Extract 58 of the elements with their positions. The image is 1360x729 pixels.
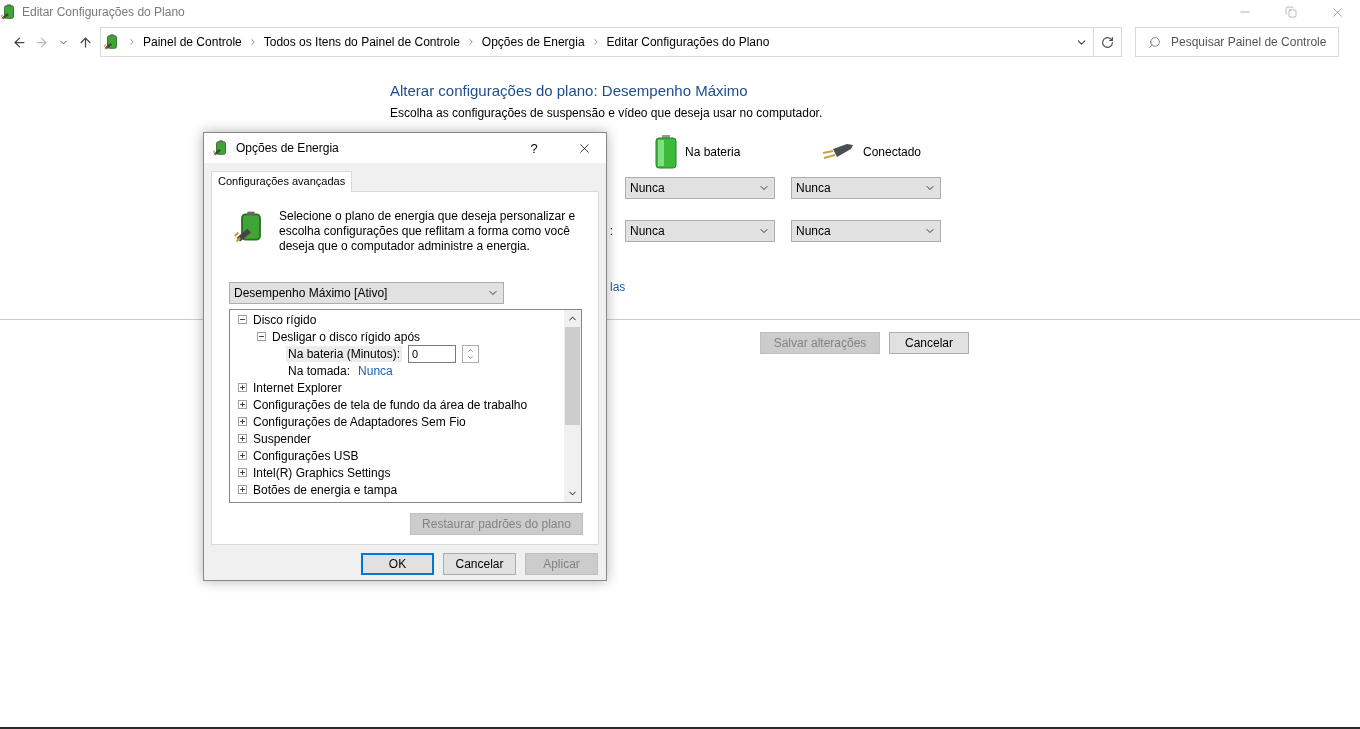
window-title: Editar Configurações do Plano	[22, 5, 185, 19]
expand-icon[interactable]	[238, 383, 247, 392]
address-bar[interactable]: Painel de Controle Todos os Itens do Painel de Controle Opções de Energia Editar Configurações do Plano	[100, 27, 1094, 57]
timeout-dropdown[interactable]: Nunca	[625, 220, 775, 242]
tree-item[interactable]: Internet Explorer	[253, 380, 342, 395]
cancel-button[interactable]: Cancelar	[889, 332, 969, 354]
dialog-title: Opções de Energia	[236, 141, 339, 155]
collapse-icon[interactable]	[238, 315, 247, 324]
plan-dropdown[interactable]: Desempenho Máximo [Ativo]	[229, 282, 504, 304]
timeout-dropdown[interactable]: Nunca	[791, 220, 941, 242]
expand-icon[interactable]	[238, 451, 247, 460]
expand-icon[interactable]	[238, 400, 247, 409]
scroll-thumb[interactable]	[565, 327, 580, 425]
expand-icon[interactable]	[238, 468, 247, 477]
tree-item[interactable]: Intel(R) Graphics Settings	[253, 465, 391, 480]
tree-item[interactable]: Botões de energia e tampa	[253, 482, 398, 497]
search-field[interactable]: Pesquisar Painel de Controle	[1135, 27, 1339, 57]
tree-item[interactable]: Configurações de tela de fundo da área de trabalho	[253, 397, 528, 412]
search-icon	[1148, 35, 1161, 49]
breadcrumb[interactable]: Todos os Itens do Painel de Controle	[263, 35, 460, 49]
chevron-right-icon	[127, 37, 137, 47]
settings-link[interactable]: las	[610, 280, 626, 294]
setting-value-link[interactable]: Nunca	[358, 363, 393, 378]
timeout-dropdown[interactable]: Nunca	[625, 177, 775, 199]
column-header: Na bateria	[685, 145, 741, 159]
page-description: Escolha as configurações de suspensão e vídeo que deseja usar no computador.	[390, 106, 824, 120]
tree-item[interactable]: Disco rígido	[253, 312, 317, 327]
setting-label: Na bateria (Minutos):	[286, 345, 403, 362]
breadcrumb[interactable]: Editar Configurações do Plano	[606, 35, 770, 49]
column-header: Conectado	[863, 145, 922, 159]
row-label: :	[609, 224, 613, 238]
refresh-button[interactable]	[1094, 27, 1122, 57]
page-heading: Alterar configurações do plano: Desempenho Máximo	[390, 82, 749, 101]
minutes-field[interactable]: 0	[408, 344, 457, 363]
intro-text: Selecione o plano de energia que deseja personalizar e escolha configurações que reflitam a forma como você deseja que o computador administre a energia.	[279, 209, 577, 254]
tree-item[interactable]: Suspender	[253, 431, 312, 446]
chevron-up-icon	[467, 346, 475, 354]
battery-icon	[655, 135, 677, 169]
tree-item[interactable]: Configurações USB	[253, 448, 359, 463]
help-button[interactable]: ?	[512, 140, 556, 156]
scrollbar[interactable]	[564, 310, 581, 502]
collapse-icon[interactable]	[257, 332, 266, 341]
expand-icon[interactable]	[238, 417, 247, 426]
breadcrumb[interactable]: Painel de Controle	[143, 35, 242, 49]
setting-label: Na tomada:	[287, 362, 352, 379]
expand-icon[interactable]	[238, 434, 247, 443]
tree-item[interactable]: Desligar o disco rígido após	[272, 329, 421, 344]
chevron-down-icon	[467, 353, 475, 361]
ok-button[interactable]: OK	[361, 553, 434, 575]
breadcrumb[interactable]: Opções de Energia	[481, 35, 585, 49]
refresh-icon	[1101, 35, 1114, 49]
timeout-dropdown[interactable]: Nunca	[791, 177, 941, 199]
cancel-button[interactable]: Cancelar	[443, 553, 516, 575]
tree-item[interactable]: Configurações de Adaptadores Sem Fio	[253, 414, 466, 429]
arrow-right-icon	[33, 34, 49, 50]
tab[interactable]: Configurações avançadas	[211, 171, 353, 192]
expand-icon[interactable]	[238, 485, 247, 494]
restore-icon	[1285, 6, 1297, 18]
